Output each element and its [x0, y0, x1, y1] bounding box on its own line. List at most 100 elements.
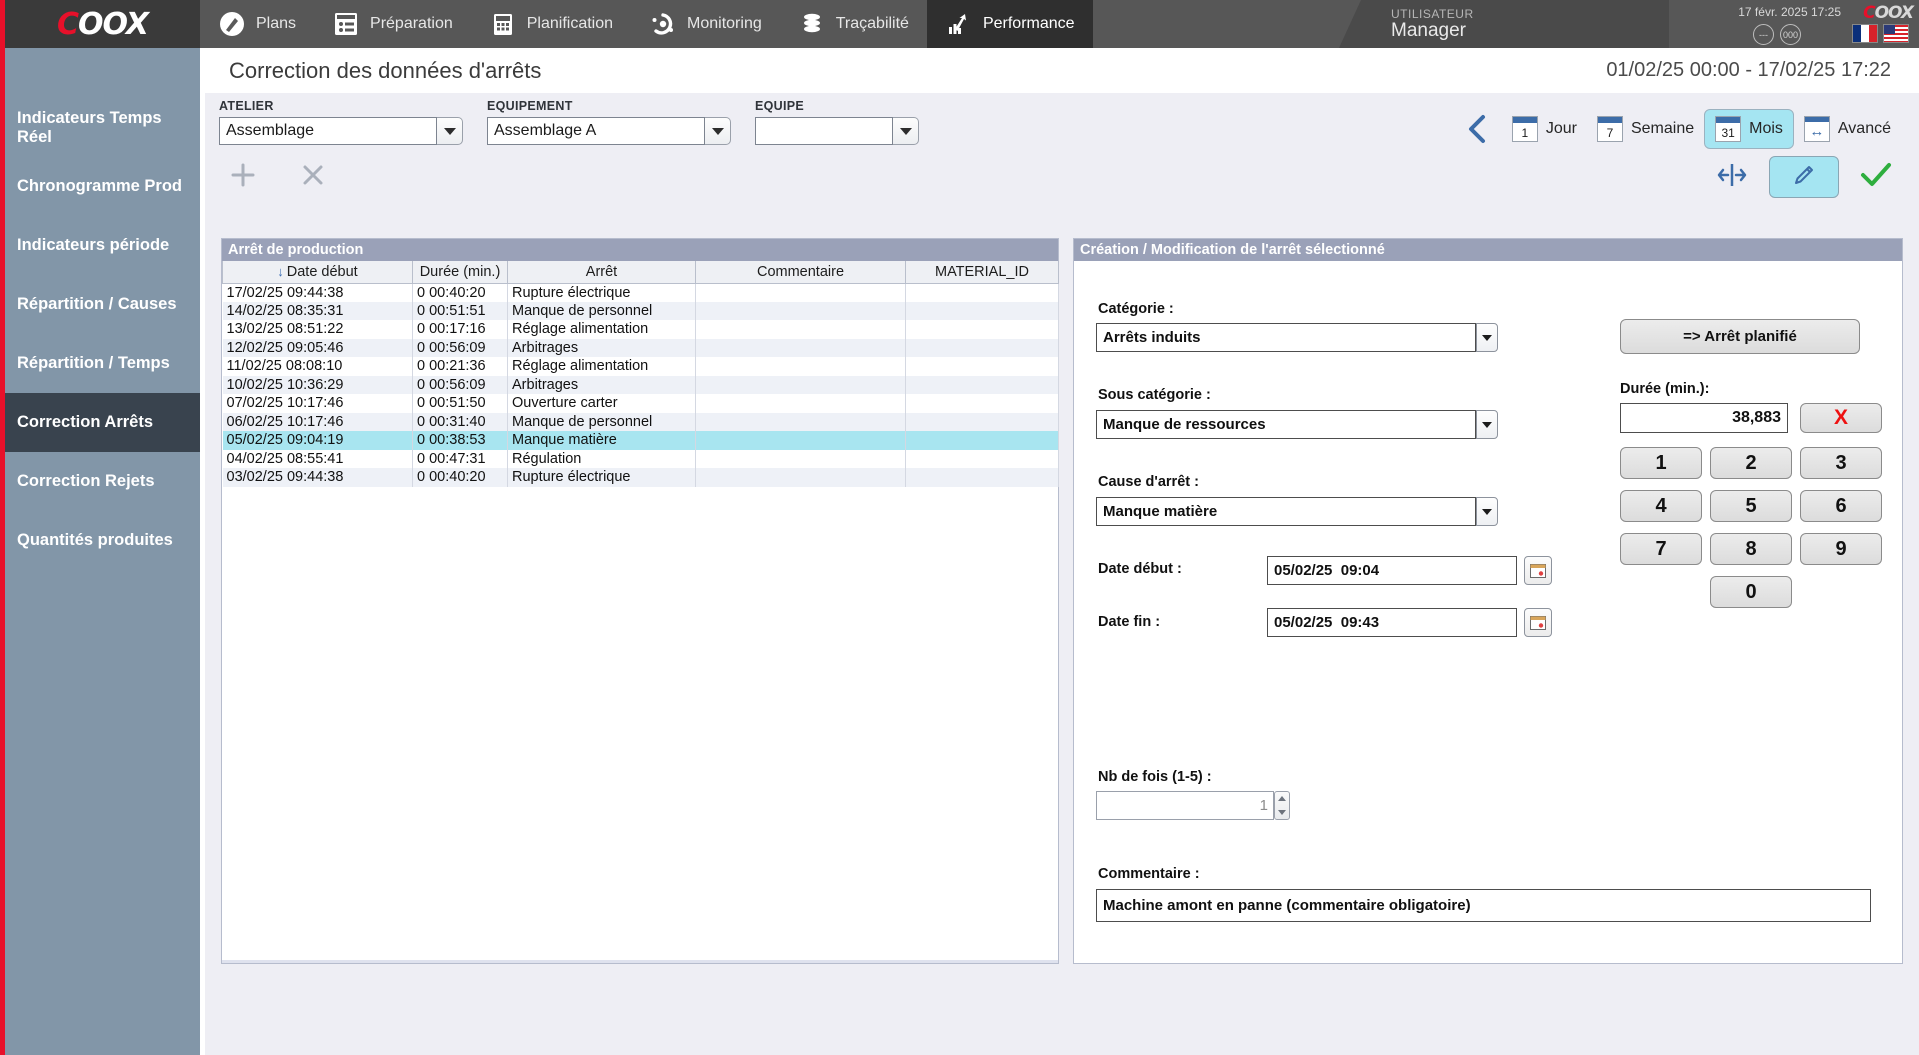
nav-item-performance[interactable]: Performance [926, 0, 1093, 48]
date-range-semaine-button[interactable]: 7 Semaine [1587, 110, 1704, 148]
nav-item-label: Plans [256, 15, 297, 32]
stepper-up-icon[interactable] [1275, 792, 1289, 806]
table-row[interactable]: 13/02/25 08:51:22 0 00:17:16 Réglage alime… [222, 320, 1059, 339]
keypad-3-button[interactable]: 3 [1800, 447, 1882, 479]
sous-categorie-input[interactable] [1096, 410, 1476, 439]
sidebar-item-label: Correction Arrêts [17, 413, 154, 431]
table-row[interactable]: 04/02/25 08:55:41 0 00:47:31 Régulation [222, 449, 1059, 468]
keypad-0-button[interactable]: 0 [1710, 576, 1792, 608]
nb-fois-stepper[interactable] [1274, 791, 1290, 820]
delete-arret-button[interactable] [293, 157, 333, 197]
table-row[interactable]: 14/02/25 08:35:31 0 00:51:51 Manque de per… [222, 301, 1059, 320]
date-range-mois-button[interactable]: 31 Mois [1704, 109, 1794, 149]
table-row[interactable]: 12/02/25 09:05:46 0 00:56:09 Arbitrages [222, 338, 1059, 357]
cell-arret: Arbitrages [507, 338, 696, 357]
date-debut-label: Date début : [1098, 561, 1182, 577]
date-range-avance-button[interactable]: ↔ Avancé [1794, 110, 1901, 148]
cell-material-id [905, 283, 1059, 302]
add-arret-button[interactable] [223, 157, 263, 197]
sidebar-item-repartition-causes[interactable]: Répartition / Causes [5, 275, 200, 334]
arret-edit-panel: Création / Modification de l'arrêt sélec… [1073, 238, 1903, 964]
sidebar-item-quantites-produites[interactable]: Quantités produites [5, 511, 200, 570]
cell-date: 12/02/25 09:05:46 [222, 338, 413, 357]
flag-fr-icon[interactable] [1852, 24, 1878, 43]
filter-atelier-input[interactable] [219, 117, 437, 145]
filter-equipement-input[interactable] [487, 117, 705, 145]
table-row[interactable]: 06/02/25 10:17:46 0 00:31:40 Manque de per… [222, 412, 1059, 431]
sidebar-item-repartition-temps[interactable]: Répartition / Temps [5, 334, 200, 393]
keypad-6-button[interactable]: 6 [1800, 490, 1882, 522]
sidebar-item-chronogramme-prod[interactable]: Chronogramme Prod [5, 157, 200, 216]
calendar-icon: 31 [1715, 116, 1742, 142]
date-fin-calendar-icon[interactable] [1524, 608, 1552, 637]
keypad-9-button[interactable]: 9 [1800, 533, 1882, 565]
flag-us-icon[interactable] [1883, 24, 1909, 43]
filter-equipe-label: EQUIPE [755, 99, 805, 113]
filter-equipe-input[interactable] [755, 117, 893, 145]
sous-categorie-chevron-down-icon[interactable] [1476, 410, 1498, 439]
table-row-selected[interactable]: 05/02/25 09:04:19 0 00:38:53 Manque matièr… [222, 431, 1059, 450]
duree-input[interactable]: 38,883 [1620, 403, 1788, 433]
user-block[interactable]: UTILISATEUR Manager [1339, 0, 1669, 48]
nav-item-tracabilite[interactable]: Traçabilité [780, 0, 927, 48]
bar-chart-arrow-icon [945, 10, 973, 38]
column-header-commentaire[interactable]: Commentaire [695, 261, 906, 284]
chevron-down-icon[interactable] [893, 117, 919, 145]
column-header-material-id[interactable]: MATERIAL_ID [905, 261, 1059, 284]
sidebar-item-correction-rejets[interactable]: Correction Rejets [5, 452, 200, 511]
table-row[interactable]: 11/02/25 08:08:10 0 00:21:36 Réglage alime… [222, 357, 1059, 376]
table-row[interactable]: 03/02/25 09:44:38 0 00:40:20 Rupture élect… [222, 468, 1059, 487]
date-debut-calendar-icon[interactable] [1524, 556, 1552, 585]
cell-duree: 0 00:17:16 [412, 320, 508, 339]
stepper-down-icon[interactable] [1275, 806, 1289, 820]
filter-equipe-select[interactable] [755, 117, 919, 145]
table-row[interactable]: 07/02/25 10:17:46 0 00:51:50 Ouverture car… [222, 394, 1059, 413]
column-header-duree[interactable]: Durée (min.) [412, 261, 508, 284]
categorie-chevron-down-icon[interactable] [1476, 323, 1498, 352]
arret-planifie-button[interactable]: => Arrêt planifié [1620, 319, 1860, 354]
table-row[interactable]: 17/02/25 09:44:38 0 00:40:20 Rupture élect… [222, 283, 1059, 302]
keypad-2-button[interactable]: 2 [1710, 447, 1792, 479]
filter-equipement-select[interactable] [487, 117, 731, 145]
cell-duree: 0 00:51:50 [412, 394, 508, 413]
cell-date: 04/02/25 08:55:41 [222, 449, 413, 468]
form-panel-title: Création / Modification de l'arrêt sélec… [1074, 239, 1902, 261]
cause-chevron-down-icon[interactable] [1476, 497, 1498, 526]
nav-item-preparation[interactable]: Préparation [314, 0, 471, 48]
cell-commentaire [695, 449, 906, 468]
chevron-down-icon[interactable] [437, 117, 463, 145]
edit-arret-button[interactable] [1769, 156, 1839, 198]
nav-item-monitoring[interactable]: Monitoring [631, 0, 780, 48]
date-debut-input[interactable] [1267, 556, 1517, 585]
column-header-arret[interactable]: Arrêt [507, 261, 696, 284]
arret-table[interactable]: ↓ Date début Durée (min.) Arrêt Commentai… [222, 261, 1059, 487]
table-row[interactable]: 10/02/25 10:36:29 0 00:56:09 Arbitrages [222, 375, 1059, 394]
keypad-1-button[interactable]: 1 [1620, 447, 1702, 479]
date-range-jour-button[interactable]: 1 Jour [1502, 110, 1587, 148]
filter-atelier-select[interactable] [219, 117, 463, 145]
more-options-icon[interactable]: --- [1753, 24, 1774, 45]
cause-input[interactable] [1096, 497, 1476, 526]
sidebar-item-indicateurs-periode[interactable]: Indicateurs période [5, 216, 200, 275]
chevron-down-icon[interactable] [705, 117, 731, 145]
cell-duree: 0 00:56:09 [412, 338, 508, 357]
sidebar-item-correction-arrets[interactable]: Correction Arrêts [5, 393, 200, 452]
keypad-5-button[interactable]: 5 [1710, 490, 1792, 522]
keypad-4-button[interactable]: 4 [1620, 490, 1702, 522]
chevron-left-icon[interactable] [1460, 112, 1494, 146]
commentaire-input[interactable] [1096, 889, 1871, 922]
app-logo[interactable]: COOX [0, 0, 200, 48]
nb-fois-input[interactable]: 1 [1096, 791, 1274, 820]
sidebar-item-indicateurs-temps-reel[interactable]: Indicateurs Temps Réel [5, 98, 200, 157]
keypad-8-button[interactable]: 8 [1710, 533, 1792, 565]
clear-duree-button[interactable]: X [1800, 403, 1882, 433]
date-fin-input[interactable] [1267, 608, 1517, 637]
validate-arret-button[interactable] [1855, 156, 1897, 198]
categorie-input[interactable] [1096, 323, 1476, 352]
nav-item-plans[interactable]: Plans [200, 0, 314, 48]
column-header-date-debut[interactable]: ↓ Date début [222, 261, 413, 284]
split-arret-button[interactable] [1711, 156, 1753, 198]
nav-item-planification[interactable]: Planification [471, 0, 631, 48]
settings-dots-icon[interactable]: 000 [1780, 24, 1801, 45]
keypad-7-button[interactable]: 7 [1620, 533, 1702, 565]
